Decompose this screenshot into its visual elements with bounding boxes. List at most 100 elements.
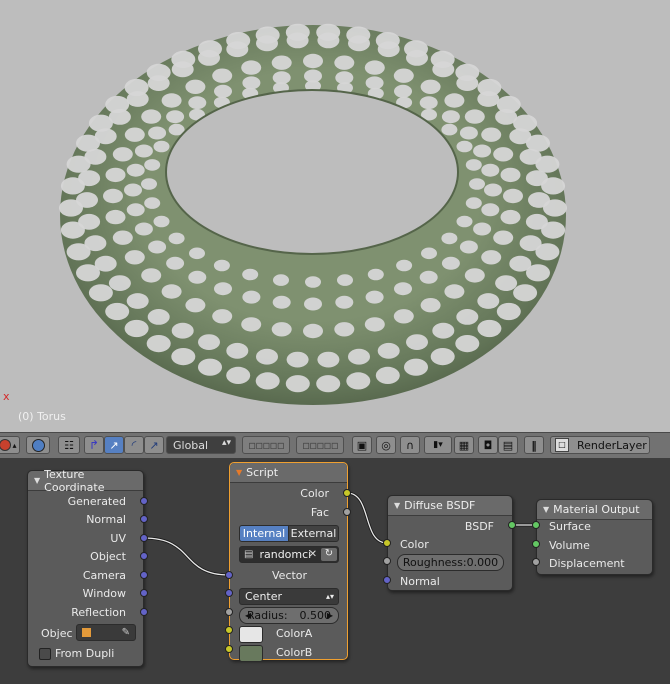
scallop-mark [419, 270, 438, 284]
rotate-button[interactable]: ◜ [124, 436, 144, 454]
socket-bsdf-out[interactable] [508, 521, 516, 529]
input-color-label: Color [400, 538, 429, 551]
scallop-mark [420, 298, 441, 313]
pause-button[interactable]: ‖ [524, 436, 544, 454]
node-header[interactable]: ▼ Diffuse BSDF [388, 496, 512, 516]
collapse-arrow-icon[interactable]: ▼ [236, 468, 242, 477]
scallop-mark [212, 68, 233, 83]
layer-buttons-a[interactable]: ▫▫▫▫▫ [242, 436, 290, 454]
from-dupli-checkbox[interactable] [39, 648, 51, 660]
socket-script-color-out[interactable] [343, 489, 351, 497]
scallop-mark [526, 134, 550, 152]
socket-script-center-in[interactable] [225, 589, 233, 597]
socket-diffuse-roughness-in[interactable] [383, 557, 391, 565]
scallop-mark [334, 55, 355, 70]
socket-script-vector-in[interactable] [225, 571, 233, 579]
3d-viewport[interactable]: x (0) Torus [0, 0, 670, 432]
snap-button[interactable]: ∩ [400, 436, 420, 454]
render-animation-button[interactable]: ▤ [498, 436, 518, 454]
node-diffuse-bsdf[interactable]: ▼ Diffuse BSDF BSDF Color Roughness: 0.00… [387, 495, 513, 591]
eyedropper-icon[interactable]: ✎ [122, 627, 130, 638]
scallop-mark [430, 348, 455, 366]
socket-displacement-in[interactable] [532, 558, 540, 566]
collapse-arrow-icon[interactable]: ▼ [394, 501, 400, 510]
scallop-mark [226, 366, 251, 384]
socket-generated[interactable] [140, 497, 148, 505]
node-header[interactable]: ▼ Material Output [537, 500, 652, 520]
shader-type-button[interactable] [26, 436, 50, 454]
socket-script-fac-out[interactable] [343, 508, 351, 516]
reload-script-icon[interactable]: ↻ [321, 548, 337, 561]
layer-lock-button[interactable]: ▣ [352, 436, 372, 454]
collapse-arrow-icon[interactable]: ▼ [34, 476, 40, 485]
proportional-edit-button[interactable]: ◎ [376, 436, 396, 454]
socket-camera[interactable] [140, 571, 148, 579]
socket-diffuse-normal-in[interactable] [383, 576, 391, 584]
scale-button[interactable]: ↗ [144, 436, 164, 454]
scallop-mark [105, 209, 126, 225]
socket-script-colorb-in[interactable] [225, 645, 233, 653]
scallop-mark [441, 110, 460, 124]
object-picker-field[interactable]: ✎ [76, 624, 136, 641]
scallop-mark [394, 84, 412, 98]
clear-script-icon[interactable]: ✕ [309, 549, 317, 560]
scallop-mark [441, 232, 458, 245]
scallop-mark [141, 109, 162, 124]
scallop-mark [213, 259, 230, 272]
scallop-mark [256, 348, 278, 365]
scallop-mark [147, 309, 170, 325]
orientation-dropdown[interactable]: Global ▴▾ [166, 436, 236, 454]
socket-window[interactable] [140, 589, 148, 597]
collapse-arrow-icon[interactable]: ▼ [543, 505, 549, 514]
increment-arrow-icon[interactable]: ▶ [327, 611, 333, 620]
node-editor-canvas[interactable]: ▼ Texture Coordinate Generated Normal UV … [0, 458, 670, 684]
object-label: Objec [41, 627, 73, 640]
axis-x-marker: x [3, 390, 10, 403]
snap-element-button[interactable]: ▮▾ [424, 436, 452, 454]
translate-button[interactable]: ↗ [104, 436, 124, 454]
input-displacement-label: Displacement [549, 557, 625, 570]
node-header[interactable]: ▼ Texture Coordinate [28, 468, 143, 494]
socket-object[interactable] [140, 552, 148, 560]
socket-uv[interactable] [140, 534, 148, 542]
center-dropdown[interactable]: Center ▴▾ [239, 588, 339, 605]
roughness-field[interactable]: Roughness: 0.000 [397, 554, 504, 571]
socket-diffuse-color-in[interactable] [383, 539, 391, 547]
socket-script-colora-in[interactable] [225, 626, 233, 634]
render-still-button[interactable]: ◘ [478, 436, 498, 454]
render-layer-selector[interactable]: □ RenderLayer [550, 436, 650, 454]
mode-external-button[interactable]: External [288, 525, 339, 542]
colorb-swatch[interactable] [239, 645, 263, 662]
node-tree-button[interactable]: ☷ [58, 436, 80, 454]
socket-reflection[interactable] [140, 608, 148, 616]
node-texture-coordinate[interactable]: ▼ Texture Coordinate Generated Normal UV … [27, 468, 144, 667]
node-script[interactable]: ▼ Script Color Fac Internal External ▤ ra… [229, 462, 348, 662]
socket-volume-in[interactable] [532, 540, 540, 548]
render-layer-icon: □ [555, 438, 569, 452]
scallop-mark [493, 230, 514, 245]
scallop-mark [464, 268, 485, 283]
mode-internal-button[interactable]: Internal [239, 525, 289, 542]
manipulator-axes-button[interactable]: ↱ [84, 436, 104, 454]
socket-normal[interactable] [140, 515, 148, 523]
scallop-mark [161, 93, 182, 108]
dropdown-arrows-icon: ▴▾ [221, 438, 231, 448]
radius-field[interactable]: ◀ Radius: 0.500 ▶ [239, 607, 339, 624]
output-object: Object [90, 550, 126, 563]
scallop-mark [469, 178, 485, 190]
socket-script-radius-in[interactable] [225, 608, 233, 616]
editor-type-icon [0, 439, 12, 451]
editor-type-button[interactable]: ▴ [0, 436, 20, 454]
scallop-mark [148, 126, 167, 140]
scallop-mark [171, 348, 196, 366]
layer-buttons-b[interactable]: ▫▫▫▫▫ [296, 436, 344, 454]
node-material-output[interactable]: ▼ Material Output Surface Volume Displace… [536, 499, 653, 575]
colora-swatch[interactable] [239, 626, 263, 643]
node-header[interactable]: ▼ Script [230, 463, 347, 483]
scallop-mark [124, 78, 149, 97]
script-datablock-field[interactable]: ▤ randomci ✕ ↻ [239, 546, 339, 563]
socket-surface-in[interactable] [532, 521, 540, 529]
decrement-arrow-icon[interactable]: ◀ [245, 611, 251, 620]
backdrop-button[interactable]: ▦ [454, 436, 474, 454]
scallop-mark [168, 232, 185, 245]
